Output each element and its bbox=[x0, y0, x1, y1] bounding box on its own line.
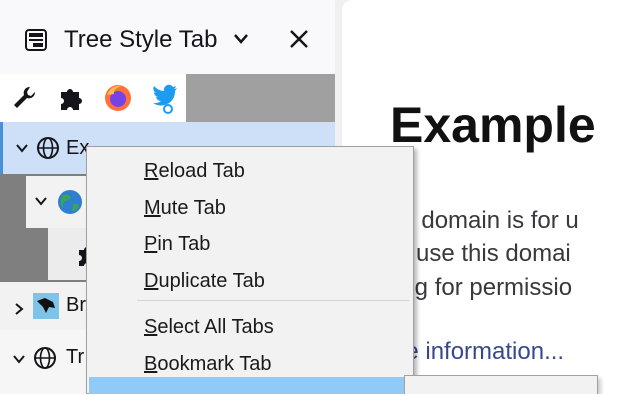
menu-separator bbox=[137, 300, 409, 301]
globe-icon bbox=[34, 347, 56, 369]
page-heading: Example bbox=[390, 97, 596, 153]
tab-context-menu: Reload Tab Mute Tab Pin Tab Duplicate Ta… bbox=[86, 146, 414, 394]
menu-item-pin-tab[interactable]: Pin Tab bbox=[144, 233, 210, 256]
tab-title: Tr bbox=[66, 346, 85, 368]
context-submenu bbox=[404, 375, 598, 394]
menu-item-label: uplicate Tab bbox=[158, 270, 265, 292]
firefox-button[interactable] bbox=[98, 78, 138, 118]
favicon-icon bbox=[33, 293, 59, 319]
puzzle-icon bbox=[61, 89, 82, 110]
menu-item-label: elect All Tabs bbox=[157, 316, 274, 338]
menu-item-select-all-tabs[interactable]: Select All Tabs bbox=[144, 316, 274, 339]
menu-accelerator: R bbox=[144, 160, 159, 182]
menu-item-label: ookmark Tab bbox=[157, 353, 272, 375]
menu-item-label: ute Tab bbox=[160, 197, 226, 219]
wrench-icon bbox=[14, 86, 36, 108]
globe-icon bbox=[37, 137, 59, 159]
menu-item-bookmark-tab[interactable]: Bookmark Tab bbox=[144, 353, 271, 376]
menu-item-highlighted[interactable] bbox=[89, 377, 411, 394]
menu-item-label: eload Tab bbox=[158, 160, 245, 182]
twitter-button[interactable] bbox=[145, 78, 185, 118]
chevron-down-icon[interactable] bbox=[12, 354, 26, 364]
chevron-down-icon[interactable] bbox=[232, 31, 250, 47]
sidebar-header: Tree Style Tab bbox=[0, 0, 335, 74]
tab-title: Br bbox=[66, 294, 86, 316]
toolbar-empty-area bbox=[186, 74, 335, 122]
extension-button[interactable] bbox=[52, 78, 92, 118]
wrench-button[interactable] bbox=[4, 78, 44, 118]
twitter-icon bbox=[153, 84, 177, 114]
tree-style-tab-icon bbox=[25, 29, 47, 51]
firefox-icon bbox=[105, 85, 131, 111]
earth-icon bbox=[58, 190, 82, 214]
menu-accelerator: P bbox=[144, 233, 158, 255]
menu-accelerator: B bbox=[144, 353, 158, 375]
menu-accelerator: M bbox=[144, 197, 161, 219]
menu-item-label: in Tab bbox=[157, 233, 211, 255]
menu-accelerator: D bbox=[144, 270, 159, 292]
menu-item-mute-tab[interactable]: Mute Tab bbox=[144, 197, 226, 220]
close-icon[interactable] bbox=[288, 28, 310, 50]
menu-accelerator: S bbox=[144, 316, 158, 338]
chevron-right-icon[interactable] bbox=[14, 302, 24, 316]
sidebar-title[interactable]: Tree Style Tab bbox=[64, 26, 217, 54]
chevron-down-icon[interactable] bbox=[15, 143, 29, 153]
menu-item-duplicate-tab[interactable]: Duplicate Tab bbox=[144, 270, 265, 293]
menu-item-reload-tab[interactable]: Reload Tab bbox=[144, 160, 245, 183]
chevron-down-icon[interactable] bbox=[34, 196, 48, 206]
